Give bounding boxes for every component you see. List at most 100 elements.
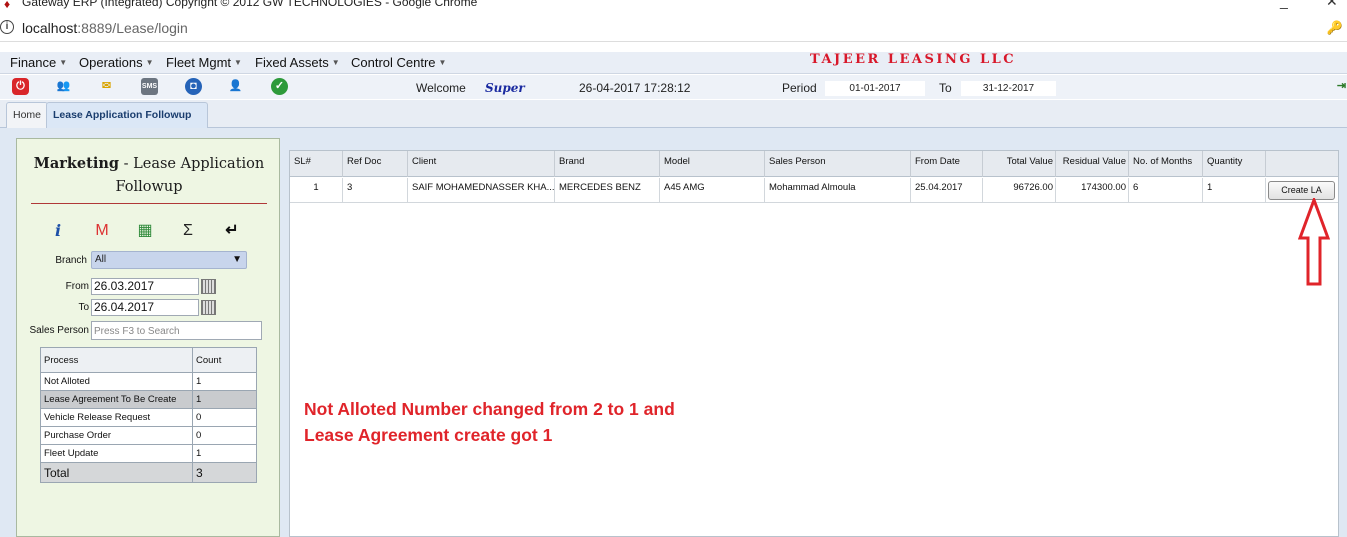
cell-ref-doc[interactable]: 3 [343, 178, 408, 203]
mail-icon[interactable]: ✉ [98, 78, 115, 95]
period-to-label: To [939, 81, 952, 95]
total-value: 3 [192, 462, 257, 483]
cell-residual-value[interactable]: 174300.00 [1056, 178, 1129, 203]
url-text[interactable]: localhost:8889/Lease/login [22, 20, 188, 36]
period-to-field[interactable]: 31-12-2017 [961, 81, 1056, 96]
exit-icon[interactable]: ⇥ [1333, 78, 1347, 95]
calendar-icon[interactable] [201, 279, 216, 294]
datetime: 26-04-2017 17:28:12 [579, 81, 691, 95]
check-icon[interactable]: ✓ [271, 78, 288, 95]
info-icon[interactable]: i [49, 222, 67, 240]
from-date-field[interactable]: 26.03.2017 [91, 278, 199, 295]
process-name[interactable]: Lease Agreement To Be Create [40, 390, 193, 409]
sms-icon[interactable]: SMS [141, 78, 158, 95]
cell-sl[interactable]: 1 [290, 178, 343, 203]
menu-bar: Finance ▼ Operations ▼ Fleet Mgmt ▼ Fixed A… [0, 52, 1347, 74]
process-row[interactable]: Purchase Order 0 [40, 426, 257, 445]
col-model[interactable]: Model [660, 151, 765, 177]
grid-header: SL# Ref Doc Client Brand Model Sales Per… [290, 151, 1338, 177]
process-name[interactable]: Vehicle Release Request [40, 408, 193, 427]
menu-finance[interactable]: Finance ▼ [10, 55, 67, 70]
col-brand[interactable]: Brand [555, 151, 660, 177]
col-sl[interactable]: SL# [290, 151, 343, 177]
menu-control-centre[interactable]: Control Centre ▼ [351, 55, 446, 70]
return-icon[interactable]: ↵ [223, 222, 241, 240]
cell-quantity[interactable]: 1 [1203, 178, 1266, 203]
key-icon[interactable]: 🔑 [1327, 20, 1343, 36]
cell-total-value[interactable]: 96726.00 [983, 178, 1056, 203]
toolbar: ⏻ 👥 ✉ SMS ◘ 👤 ✓ Welcome Super 26-04-2017… [0, 75, 1347, 99]
process-name[interactable]: Purchase Order [40, 426, 193, 445]
cell-no-of-months[interactable]: 6 [1129, 178, 1203, 203]
process-row[interactable]: Not Alloted 1 [40, 372, 257, 391]
count-header: Count [192, 347, 257, 373]
sales-person-input[interactable]: Press F3 to Search [91, 321, 262, 340]
sum-icon[interactable]: Σ [179, 222, 197, 240]
menu-fleet-mgmt[interactable]: Fleet Mgmt ▼ [166, 55, 242, 70]
process-count[interactable]: 0 [192, 408, 257, 427]
process-row[interactable]: Fleet Update 1 [40, 444, 257, 463]
users-icon[interactable]: 👥 [55, 78, 72, 95]
browser-title-bar: ♦ Gateway ERP (Integrated) Copyright © 2… [0, 0, 1347, 12]
col-sales-person[interactable]: Sales Person [765, 151, 911, 177]
process-header: Process [40, 347, 193, 373]
excel-icon[interactable]: ▦ [136, 222, 154, 240]
col-total-value[interactable]: Total Value [983, 151, 1056, 177]
process-count[interactable]: 1 [192, 372, 257, 391]
panel-title: Marketing - Lease Application Followup [33, 155, 265, 195]
process-row[interactable]: Vehicle Release Request 0 [40, 408, 257, 427]
title-divider [31, 203, 267, 204]
to-date-field[interactable]: 26.04.2017 [91, 299, 199, 316]
col-quantity[interactable]: Quantity [1203, 151, 1266, 177]
address-bar[interactable]: i localhost:8889/Lease/login 🔑 [0, 14, 1347, 42]
period-label: Period [782, 81, 817, 95]
annotation-note: Not Alloted Number changed from 2 to 1 a… [304, 396, 675, 448]
period-from-field[interactable]: 01-01-2017 [825, 81, 925, 96]
minimize-icon[interactable]: _ [1280, 0, 1288, 9]
welcome-label: Welcome [416, 81, 466, 95]
process-name[interactable]: Fleet Update [40, 444, 193, 463]
process-count[interactable]: 1 [192, 444, 257, 463]
total-label: Total [40, 462, 193, 483]
branch-label: Branch [55, 255, 87, 266]
process-count[interactable]: 0 [192, 426, 257, 445]
tab-lease-application-followup[interactable]: Lease Application Followup [46, 102, 208, 128]
col-residual-value[interactable]: Residual Value [1056, 151, 1129, 177]
cell-brand[interactable]: MERCEDES BENZ [555, 178, 660, 203]
process-count[interactable]: 1 [192, 390, 257, 409]
cell-client[interactable]: SAIF MOHAMEDNASSER KHA... [408, 178, 555, 203]
filter-panel: Marketing - Lease Application Followup i… [16, 138, 280, 537]
branch-select[interactable]: All ▼ [91, 251, 247, 269]
power-icon[interactable]: ⏻ [12, 78, 29, 95]
user-name: Super [485, 81, 525, 95]
menu-fixed-assets[interactable]: Fixed Assets ▼ [255, 55, 340, 70]
from-label: From [65, 281, 89, 292]
cell-from-date[interactable]: 25.04.2017 [911, 178, 983, 203]
annotation-line-2: Lease Agreement create got 1 [304, 425, 553, 445]
calendar-icon[interactable] [201, 300, 216, 315]
red-arrow-annotation [1298, 198, 1330, 286]
process-row[interactable]: Lease Agreement To Be Create 1 [40, 390, 257, 409]
person-icon[interactable]: 👤 [227, 78, 244, 95]
col-client[interactable]: Client [408, 151, 555, 177]
info-icon[interactable]: i [0, 20, 14, 34]
col-from-date[interactable]: From Date [911, 151, 983, 177]
cell-model[interactable]: A45 AMG [660, 178, 765, 203]
cell-sales-person[interactable]: Mohammad Almoula [765, 178, 911, 203]
company-name: TAJEER LEASING LLC [810, 52, 1017, 67]
app-logo-icon: ♦ [4, 0, 11, 11]
col-ref-doc[interactable]: Ref Doc [343, 151, 408, 177]
process-table: Process Count Not Alloted 1 Lease Agreem… [40, 347, 257, 483]
col-no-of-months[interactable]: No. of Months [1129, 151, 1203, 177]
chat-icon[interactable]: ◘ [185, 78, 202, 95]
sales-person-label: Sales Person [29, 325, 89, 336]
dropdown-arrow-icon: ▼ [232, 254, 242, 265]
process-name[interactable]: Not Alloted [40, 372, 193, 391]
browser-title: Gateway ERP (Integrated) Copyright © 201… [22, 0, 478, 9]
menu-operations[interactable]: Operations ▼ [79, 55, 154, 70]
annotation-line-1: Not Alloted Number changed from 2 to 1 a… [304, 399, 675, 419]
lease-grid: SL# Ref Doc Client Brand Model Sales Per… [289, 150, 1339, 537]
close-icon[interactable]: ✕ [1326, 0, 1338, 10]
gmail-icon[interactable]: M [93, 222, 111, 240]
tab-home[interactable]: Home [6, 102, 49, 128]
